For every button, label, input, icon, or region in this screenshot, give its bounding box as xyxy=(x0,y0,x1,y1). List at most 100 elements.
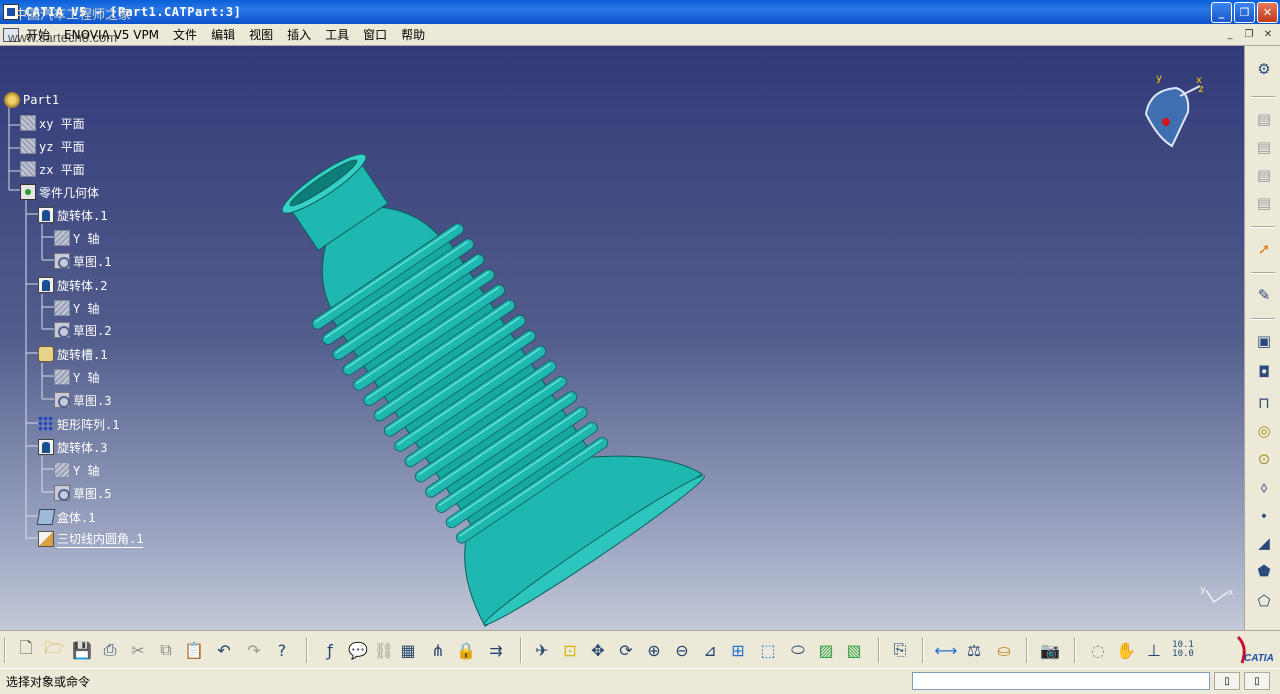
publish-icon[interactable]: ⇉ xyxy=(484,638,508,662)
doc-minimize-button[interactable]: _ xyxy=(1222,27,1238,41)
axis-system-icon[interactable]: ⊥ xyxy=(1142,638,1166,662)
slot-icon[interactable]: ⬩ xyxy=(1253,504,1275,526)
tree-item-part-body[interactable]: 零件几何体 xyxy=(20,182,99,202)
capture-icon[interactable]: 📷 xyxy=(1038,638,1062,662)
compass-widget[interactable]: y x z xyxy=(1136,72,1216,152)
fly-icon[interactable]: ✈ xyxy=(530,638,554,662)
tree-item-y-axis[interactable]: Y 轴 xyxy=(54,367,99,387)
whats-this-icon[interactable]: ? xyxy=(270,638,294,662)
tree-item-sketch-5[interactable]: 草图.5 xyxy=(54,483,111,503)
tree-icon[interactable]: ⋔ xyxy=(426,638,450,662)
menu-view[interactable]: 视图 xyxy=(242,26,280,43)
iso-view-icon[interactable]: ⬚ xyxy=(756,638,780,662)
hole-icon[interactable]: ⊙ xyxy=(1253,448,1275,470)
shading-icon[interactable]: ⬭ xyxy=(786,638,810,662)
tree-item-shaft-3[interactable]: 旋转体.3 xyxy=(38,437,107,457)
groove-icon[interactable]: ◎ xyxy=(1253,420,1275,442)
view-icon[interactable]: ▤ xyxy=(1253,108,1275,130)
zoom-out-icon[interactable]: ⊖ xyxy=(670,638,694,662)
tree-item-groove-1[interactable]: 旋转槽.1 xyxy=(38,344,107,364)
axis-icon xyxy=(54,462,70,478)
shaft-icon[interactable]: ⊓ xyxy=(1253,392,1275,414)
tree-item-zx-plane[interactable]: zx 平面 xyxy=(20,159,85,179)
formula-icon[interactable]: ƒ xyxy=(318,638,342,662)
tree-item-rect-pattern-1[interactable]: 矩形阵列.1 xyxy=(38,414,119,434)
tree-item-xy-plane[interactable]: xy 平面 xyxy=(20,113,85,133)
command-input[interactable] xyxy=(912,672,1210,690)
menu-window[interactable]: 窗口 xyxy=(356,26,394,43)
tree-label: 零件几何体 xyxy=(39,185,100,200)
lock-icon[interactable]: 🔒 xyxy=(454,638,478,662)
table-icon[interactable]: ▦ xyxy=(396,638,420,662)
tree-item-sketch-1[interactable]: 草图.1 xyxy=(54,251,111,271)
tree-item-shaft-2[interactable]: 旋转体.2 xyxy=(38,275,107,295)
tree-label: 草图.1 xyxy=(73,254,112,269)
doc-restore-button[interactable]: ❐ xyxy=(1241,27,1257,41)
tree-item-shell-1[interactable]: 盒体.1 xyxy=(36,507,95,527)
tree-item-tritangent-fillet-1[interactable]: 三切线内圆角.1 xyxy=(38,529,144,549)
measure-icon[interactable]: ⟷ xyxy=(934,638,958,662)
rotate-icon[interactable]: ⟳ xyxy=(614,638,638,662)
inertia-icon[interactable]: ⛀ xyxy=(992,638,1016,662)
menu-help[interactable]: 帮助 xyxy=(394,26,432,43)
view3-icon[interactable]: ▤ xyxy=(1253,164,1275,186)
command-cancel-button[interactable]: ▯ xyxy=(1244,672,1270,690)
tree-label: yz 平面 xyxy=(39,139,85,154)
measure-item-icon[interactable]: ⚖ xyxy=(962,638,986,662)
zoom-in-icon[interactable]: ⊕ xyxy=(642,638,666,662)
copy-icon[interactable]: ⧉ xyxy=(154,638,178,662)
shell-icon xyxy=(36,509,56,525)
menu-tools[interactable]: 工具 xyxy=(318,26,356,43)
cut-icon[interactable]: ✂ xyxy=(126,638,150,662)
remove-loft-icon[interactable]: ⬠ xyxy=(1253,590,1275,612)
tree-item-sketch-3[interactable]: 草图.3 xyxy=(54,390,111,410)
catalog-icon[interactable]: ⎘ xyxy=(888,638,912,662)
menu-insert[interactable]: 插入 xyxy=(280,26,318,43)
save-icon[interactable]: 💾 xyxy=(70,638,94,662)
doc-close-button[interactable]: ✕ xyxy=(1260,27,1276,41)
tree-item-y-axis[interactable]: Y 轴 xyxy=(54,460,99,480)
menu-file[interactable]: 文件 xyxy=(166,26,204,43)
select-arrow-icon[interactable]: ➚ xyxy=(1253,238,1275,260)
normal-view-icon[interactable]: ⊿ xyxy=(698,638,722,662)
loft-icon[interactable]: ⬟ xyxy=(1253,560,1275,582)
pocket-icon[interactable]: ◘ xyxy=(1253,361,1275,383)
menu-edit[interactable]: 编辑 xyxy=(204,26,242,43)
rib-icon[interactable]: ⬨ xyxy=(1253,476,1275,498)
sketcher-icon[interactable]: ✎ xyxy=(1253,284,1275,306)
3d-viewport[interactable]: Part1 xy 平面 yz 平面 zx 平面 零件几何体 旋转体.1 Y 轴 … xyxy=(0,46,1244,630)
scale-readout[interactable]: 10.1 10.0 xyxy=(1166,638,1200,662)
tree-item-y-axis[interactable]: Y 轴 xyxy=(54,228,99,248)
multi-view-icon[interactable]: ⊞ xyxy=(726,638,750,662)
compass-center-dot xyxy=(1162,118,1170,126)
hand-icon[interactable]: ✋ xyxy=(1114,638,1138,662)
undo-icon[interactable]: ↶ xyxy=(212,638,236,662)
tree-item-yz-plane[interactable]: yz 平面 xyxy=(20,136,85,156)
settings-icon[interactable]: ⚙ xyxy=(1253,58,1275,80)
sketch-icon xyxy=(54,392,70,408)
link-icon[interactable]: ⛓ xyxy=(372,638,396,662)
orbit-icon[interactable]: ◌ xyxy=(1086,638,1110,662)
paste-icon[interactable]: 📋 xyxy=(182,638,206,662)
stiffener-icon[interactable]: ◢ xyxy=(1253,532,1275,554)
tree-item-shaft-1[interactable]: 旋转体.1 xyxy=(38,205,107,225)
view2-icon[interactable]: ▤ xyxy=(1253,136,1275,158)
redo-icon[interactable]: ↷ xyxy=(242,638,266,662)
tree-item-part1[interactable]: Part1 xyxy=(4,90,59,110)
new-icon[interactable]: 🗋 xyxy=(14,638,38,662)
open-icon[interactable]: 🗁 xyxy=(42,638,66,662)
minimize-button[interactable]: _ xyxy=(1211,2,1232,23)
print-icon[interactable]: ⎙ xyxy=(98,638,122,662)
view4-icon[interactable]: ▤ xyxy=(1253,192,1275,214)
command-expand-button[interactable]: ▯ xyxy=(1214,672,1240,690)
pad-icon[interactable]: ▣ xyxy=(1253,330,1275,352)
tree-item-sketch-2[interactable]: 草图.2 xyxy=(54,320,111,340)
pan-icon[interactable]: ✥ xyxy=(586,638,610,662)
comment-icon[interactable]: 💬 xyxy=(346,638,370,662)
close-button[interactable]: ✕ xyxy=(1257,2,1278,23)
restore-button[interactable]: ❐ xyxy=(1234,2,1255,23)
swap-icon[interactable]: ▧ xyxy=(842,638,866,662)
hide-show-icon[interactable]: ▨ xyxy=(814,638,838,662)
tree-item-y-axis[interactable]: Y 轴 xyxy=(54,298,99,318)
fit-all-icon[interactable]: ⊡ xyxy=(558,638,582,662)
